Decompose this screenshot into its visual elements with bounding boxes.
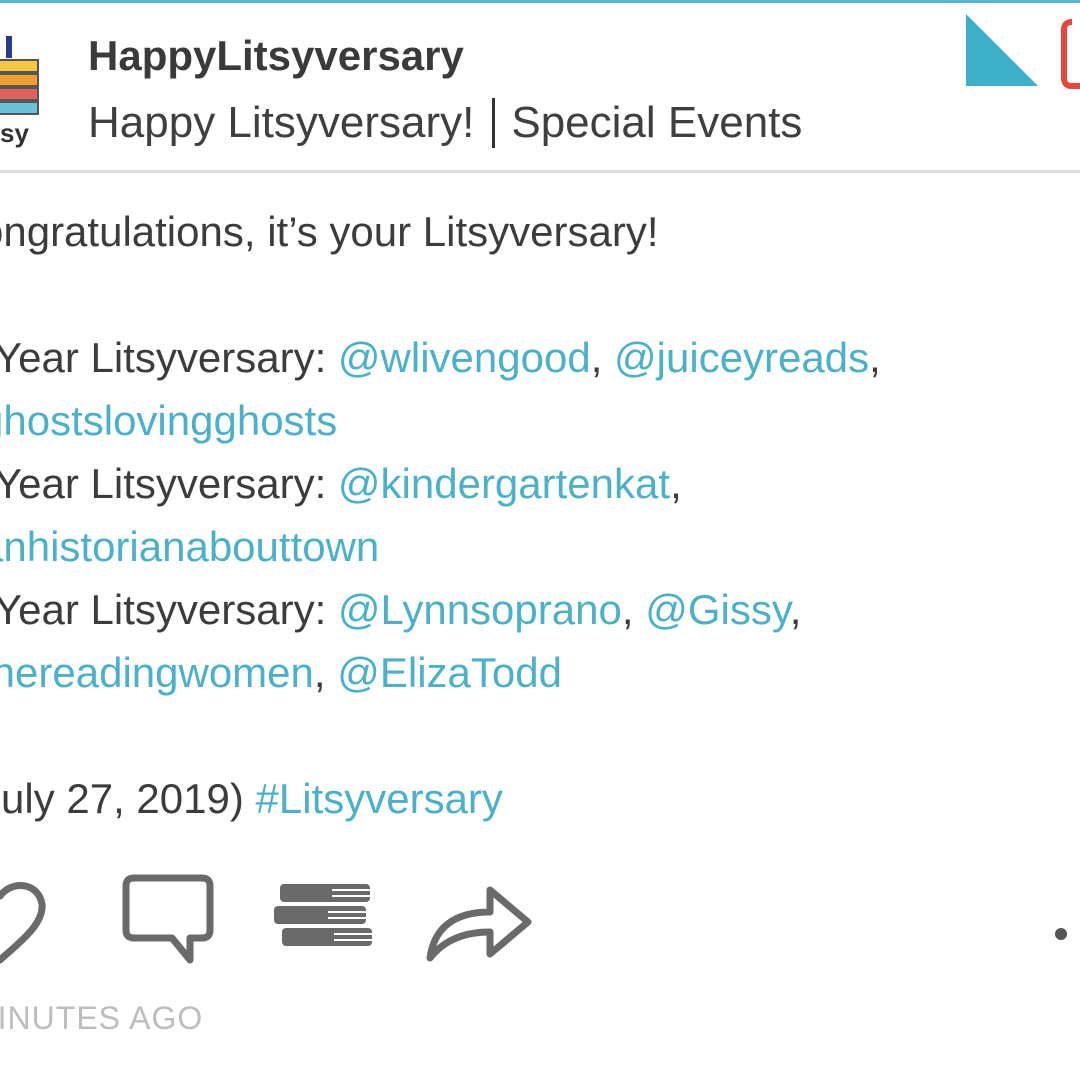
user-mention-link[interactable]: @ElizaTodd	[337, 649, 562, 696]
more-dots-icon[interactable]	[1055, 928, 1067, 940]
post-line: ongratulations, it’s your Litsyversary!	[0, 200, 1080, 263]
post-card: sy HappyLitsyversary Happy Litsyversary!…	[0, 0, 1080, 1080]
header-divider	[0, 170, 1080, 173]
post-text: ongratulations, it’s your Litsyversary!	[0, 208, 659, 255]
user-mention-link[interactable]: @kindergartenkat	[338, 460, 670, 507]
corner-red-icon[interactable]	[1060, 18, 1080, 98]
book-stack-icon[interactable]	[272, 882, 376, 958]
subtitle-title[interactable]: Happy Litsyversary!	[88, 96, 474, 150]
avatar-label: sy	[0, 118, 29, 148]
post-text: -Year Litsyversary:	[0, 334, 338, 381]
post-line: -Year Litsyversary: @kindergartenkat,	[0, 452, 1080, 515]
post-text: ,	[670, 460, 682, 507]
post-line: -Year Litsyversary: @Lynnsoprano, @Gissy…	[0, 578, 1080, 641]
comment-icon[interactable]	[120, 872, 216, 968]
avatar[interactable]: sy	[0, 18, 42, 148]
post-line: July 27, 2019) #Litsyversary	[0, 767, 1080, 830]
user-mention-link[interactable]: anhistorianabouttown	[0, 523, 379, 570]
username[interactable]: HappyLitsyversary	[88, 30, 464, 82]
user-mention-link[interactable]: @wlivengood	[338, 334, 591, 381]
post-text: July 27, 2019)	[0, 775, 256, 822]
post-line: thereadingwomen, @ElizaTodd	[0, 641, 1080, 704]
post-text: ,	[621, 586, 646, 633]
post-text: ,	[590, 334, 615, 381]
heart-icon[interactable]	[0, 874, 66, 964]
post-text: ,	[789, 586, 802, 633]
timestamp: MINUTES AGO	[0, 1000, 204, 1036]
post-line: ghostslovingghosts	[0, 389, 1080, 452]
post-body: ongratulations, it’s your Litsyversary! -…	[0, 200, 1080, 830]
hashtag-link[interactable]: #Litsyversary	[256, 775, 503, 822]
user-mention-link[interactable]: @juiceyreads	[614, 334, 869, 381]
post-text: ,	[869, 334, 881, 381]
user-mention-link[interactable]: thereadingwomen	[0, 649, 314, 696]
corner-triangle-icon[interactable]	[962, 10, 1042, 88]
post-text: -Year Litsyversary:	[0, 586, 338, 633]
post-line: anhistorianabouttown	[0, 515, 1080, 578]
post-subtitle: Happy Litsyversary! Special Events	[88, 96, 802, 150]
user-mention-link[interactable]: ghostslovingghosts	[0, 397, 337, 444]
post-line: -Year Litsyversary: @wlivengood, @juicey…	[0, 326, 1080, 389]
action-bar	[0, 868, 1080, 968]
user-mention-link[interactable]: @Lynnsoprano	[338, 586, 622, 633]
share-arrow-icon[interactable]	[424, 878, 536, 964]
user-mention-link[interactable]: @Gissy	[645, 586, 790, 633]
top-accent-rule	[0, 0, 1080, 3]
subtitle-category[interactable]: Special Events	[511, 96, 802, 150]
subtitle-separator	[492, 98, 496, 148]
post-text: ,	[313, 649, 338, 696]
post-text: -Year Litsyversary:	[0, 460, 338, 507]
